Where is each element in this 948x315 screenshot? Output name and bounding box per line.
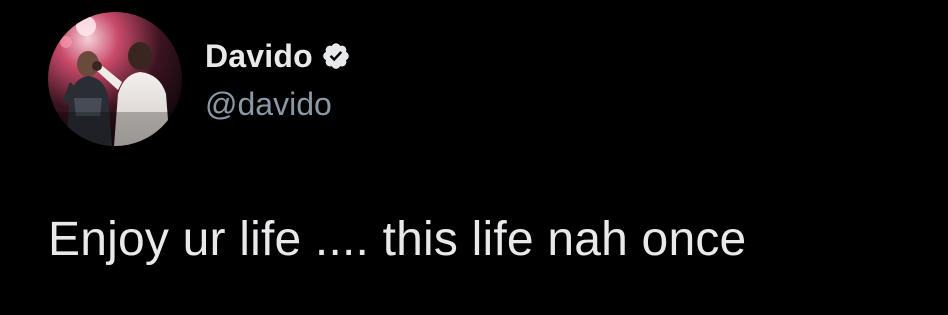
verified-badge-icon (321, 41, 351, 71)
avatar-photo (48, 12, 182, 146)
tweet-text: Enjoy ur life .... this life nah once (48, 213, 747, 266)
tweet-card: Davido @davido Enjoy ur life .... this l… (0, 0, 948, 315)
name-row: Davido (205, 34, 351, 78)
author-display-name[interactable]: Davido (205, 38, 313, 75)
author-handle[interactable]: @davido (205, 86, 351, 123)
author-avatar[interactable] (48, 12, 182, 146)
author-identity: Davido @davido (205, 34, 351, 123)
